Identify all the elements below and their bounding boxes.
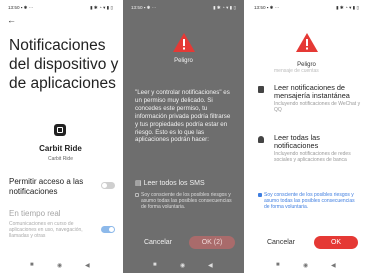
status-time: 13:50 ▪ ✱ ⋯ xyxy=(254,5,280,10)
notification-settings-screen: 13:50 ▪ ✱ ⋯ ▮ ✱ ◔ ▾ ▮ ▯ ← Notificaciones… xyxy=(0,0,121,273)
bell-icon xyxy=(258,136,264,143)
consent-checkbox[interactable] xyxy=(258,193,262,197)
consent-checkbox[interactable] xyxy=(135,193,139,197)
recents-icon[interactable]: ■ xyxy=(30,262,34,268)
page-title: Notificaciones del dispositivo y de apli… xyxy=(9,37,119,92)
status-time: 13:50 ▪ ✱ ⋯ xyxy=(131,5,157,10)
permission-item-im: Leer notificaciones de mensajería instan… xyxy=(274,83,362,113)
realtime-label: En tiempo real xyxy=(9,209,61,218)
recents-icon[interactable]: ■ xyxy=(276,262,280,268)
status-icons: ▮ ✱ ◔ ▾ ▮ ▯ xyxy=(213,5,236,10)
danger-dialog-countdown: 13:50 ▪ ✱ ⋯ ▮ ✱ ◔ ▾ ▮ ▯ Peligro "Leer y … xyxy=(123,0,244,273)
realtime-toggle[interactable] xyxy=(101,226,115,233)
status-bar: 13:50 ▪ ✱ ⋯ ▮ ✱ ◔ ▾ ▮ ▯ xyxy=(0,0,121,14)
consent-text: Soy consciente de los posibles riesgos y… xyxy=(141,192,232,210)
nav-bar: ■ ◉ ◀ xyxy=(123,259,244,273)
back-icon[interactable]: ◀ xyxy=(208,262,213,269)
status-bar: 13:50 ▪ ✱ ⋯ ▮ ✱ ◔ ▾ ▮ ▯ xyxy=(123,0,244,14)
allow-notifications-toggle[interactable] xyxy=(101,182,115,189)
app-subtitle: Carbit Ride xyxy=(47,156,73,162)
status-time: 13:50 ▪ ✱ ⋯ xyxy=(8,5,34,10)
sms-permission-item: ▤ Leer todos los SMS xyxy=(135,180,205,187)
cancel-button[interactable]: Cancelar xyxy=(137,236,179,249)
recents-icon[interactable]: ■ xyxy=(153,262,157,268)
status-icons: ▮ ✱ ◔ ▾ ▮ ▯ xyxy=(336,5,359,10)
permission-item-all: Leer todas las notificaciones Incluyendo… xyxy=(274,133,362,163)
home-icon[interactable]: ◉ xyxy=(303,262,308,269)
nav-bar: ■ ◉ ◀ xyxy=(246,259,367,273)
app-icon xyxy=(54,124,66,136)
home-icon[interactable]: ◉ xyxy=(180,262,185,269)
dialog-message: "Leer y controlar notificaciones" es un … xyxy=(135,89,231,144)
permission-desc: Incluyendo notificaciones de WeChat y QQ xyxy=(274,100,361,113)
cancel-button[interactable]: Cancelar xyxy=(260,236,302,249)
status-icons: ▮ ✱ ◔ ▾ ▮ ▯ xyxy=(90,5,113,10)
allow-notifications-label: Permitir acceso a las notificaciones xyxy=(9,177,84,196)
danger-dialog-confirm: 13:50 ▪ ✱ ⋯ ▮ ✱ ◔ ▾ ▮ ▯ Peligro mensaje … xyxy=(246,0,367,273)
status-bar: 13:50 ▪ ✱ ⋯ ▮ ✱ ◔ ▾ ▮ ▯ xyxy=(246,0,367,14)
realtime-description: Comunicaciones en curso de aplicaciones … xyxy=(9,221,83,239)
permission-title: Leer notificaciones de mensajería instan… xyxy=(274,83,350,101)
back-arrow-icon[interactable]: ← xyxy=(7,15,16,25)
partial-permission-text: mensaje de cuentas xyxy=(274,68,319,74)
consent-text: Soy consciente de los posibles riesgos y… xyxy=(264,192,355,210)
ok-button[interactable]: OK xyxy=(314,236,358,249)
chat-icon xyxy=(258,86,264,93)
permission-desc: Incluyendo notificaciones de redes socia… xyxy=(274,150,351,163)
dialog-title: Peligro xyxy=(174,58,193,64)
app-name: Carbit Ride xyxy=(39,144,82,153)
nav-bar: ■ ◉ ◀ xyxy=(0,259,121,273)
back-icon[interactable]: ◀ xyxy=(85,262,90,269)
warning-icon xyxy=(296,33,318,52)
ok-countdown-button[interactable]: OK (2) xyxy=(189,236,235,249)
back-icon[interactable]: ◀ xyxy=(331,262,336,269)
home-icon[interactable]: ◉ xyxy=(57,262,62,269)
permission-title: Leer todas las notificaciones xyxy=(274,133,320,151)
warning-icon xyxy=(173,33,195,52)
sms-permission-label: Leer todos los SMS xyxy=(143,180,205,187)
